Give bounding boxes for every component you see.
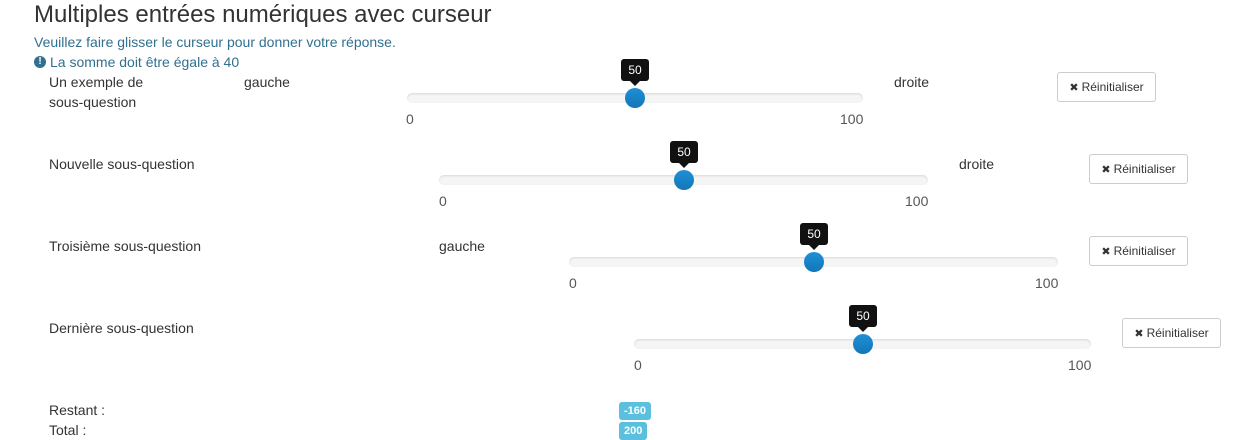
close-icon: ✖	[1134, 327, 1144, 340]
total-label: Total :	[49, 422, 87, 438]
remaining-badge: -160	[619, 402, 652, 420]
question-4-label: Dernière sous-question	[49, 320, 194, 336]
question-2-max-tick: 100	[905, 193, 929, 209]
total-badge: 200	[619, 422, 648, 440]
remaining-label: Restant :	[49, 402, 106, 418]
question-3-value-tooltip: 50	[800, 223, 828, 250]
question-3-label: Troisième sous-question	[49, 238, 201, 254]
question-3-reset-label: Réinitialiser	[1113, 244, 1176, 258]
question-1-left-label: gauche	[244, 74, 290, 90]
question-1-reset-button[interactable]: ✖ Réinitialiser	[1057, 72, 1156, 102]
question-4-slider-handle[interactable]	[853, 334, 873, 354]
question-4-max-tick: 100	[1068, 357, 1092, 373]
question-1-label: Un exemple de sous-question	[49, 72, 143, 112]
question-1-label-line1: Un exemple de	[49, 74, 144, 90]
instruction-text: Veuillez faire glisser le curseur pour d…	[34, 34, 396, 50]
question-1-reset-label: Réinitialiser	[1081, 80, 1144, 94]
question-2-value-tooltip: 50	[670, 141, 698, 168]
page-title: Multiples entrées numériques avec curseu…	[34, 1, 492, 28]
sum-constraint-text: La somme doit être égale à 40	[50, 54, 240, 70]
question-4-value-tooltip: 50	[849, 305, 877, 332]
question-3-reset-button[interactable]: ✖ Réinitialiser	[1089, 236, 1188, 266]
sum-constraint-note: ! La somme doit être égale à 40	[34, 54, 239, 70]
question-1-value-tooltip: 50	[621, 59, 649, 86]
question-2-reset-button[interactable]: ✖ Réinitialiser	[1089, 154, 1188, 184]
question-1-min-tick: 0	[406, 111, 414, 127]
question-2-right-label: droite	[959, 156, 995, 172]
question-1-slider-handle[interactable]	[625, 88, 645, 108]
close-icon: ✖	[1069, 81, 1079, 94]
question-2-slider-handle[interactable]	[674, 170, 694, 190]
question-3-left-label: gauche	[439, 238, 485, 254]
close-icon: ✖	[1101, 245, 1111, 258]
close-icon: ✖	[1101, 163, 1111, 176]
question-4-reset-button[interactable]: ✖ Réinitialiser	[1122, 318, 1221, 348]
exclamation-circle-icon: !	[34, 56, 46, 68]
question-1-label-line2: sous-question	[49, 94, 137, 110]
question-3-slider-handle[interactable]	[804, 252, 824, 272]
question-2-reset-label: Réinitialiser	[1113, 162, 1176, 176]
question-3-min-tick: 0	[569, 275, 577, 291]
question-1-right-label: droite	[894, 74, 930, 90]
question-2-min-tick: 0	[439, 193, 447, 209]
question-1-max-tick: 100	[840, 111, 864, 127]
question-4-min-tick: 0	[634, 357, 642, 373]
question-3-max-tick: 100	[1035, 275, 1059, 291]
question-4-reset-label: Réinitialiser	[1146, 326, 1209, 340]
question-2-label: Nouvelle sous-question	[49, 156, 195, 172]
